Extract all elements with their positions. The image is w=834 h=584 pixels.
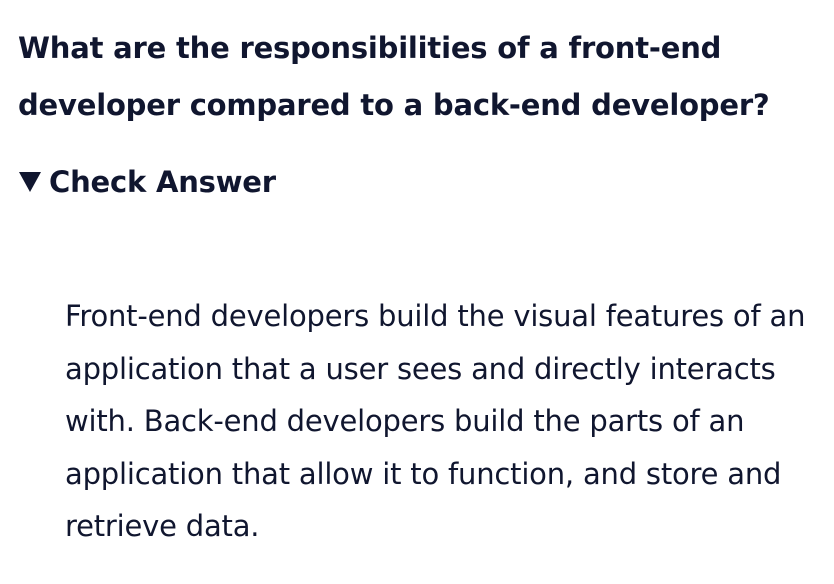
triangle-down-icon	[19, 172, 41, 192]
check-answer-toggle[interactable]: Check Answer	[18, 162, 834, 202]
answer-disclosure: Check Answer Front-end developers build …	[18, 162, 834, 553]
question-heading: What are the responsibilities of a front…	[18, 31, 770, 122]
answer-text: Front-end developers build the visual fe…	[65, 299, 806, 543]
check-answer-label: Check Answer	[49, 165, 276, 199]
page-container: What are the responsibilities of a front…	[0, 0, 834, 584]
